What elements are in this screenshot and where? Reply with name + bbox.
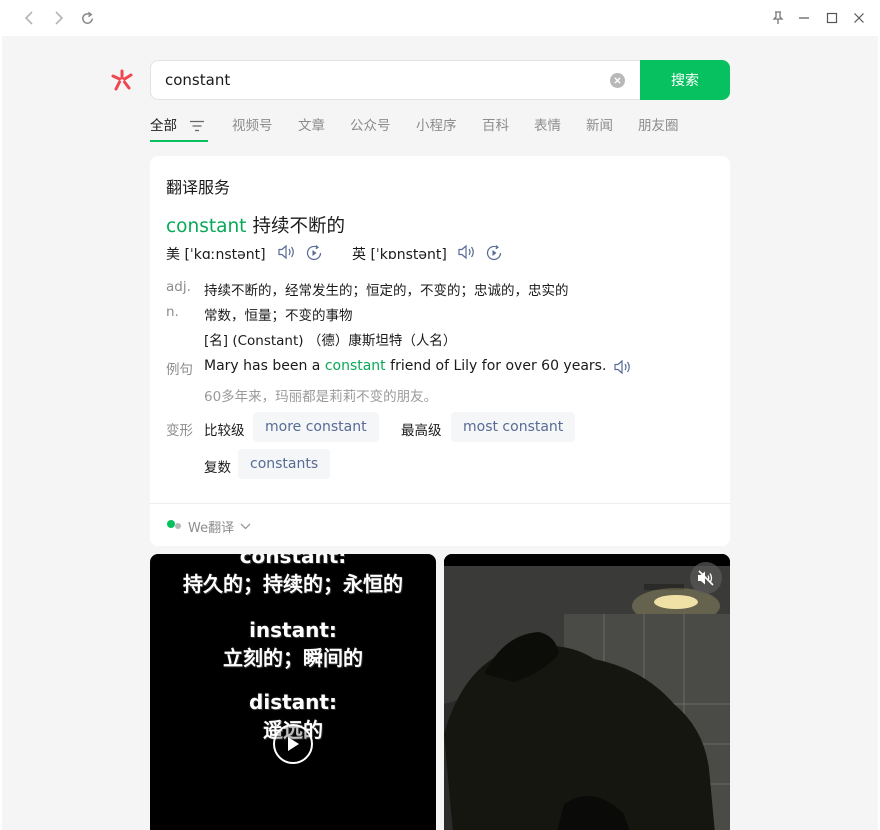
tab-channels[interactable]: 视频号	[232, 114, 273, 134]
search-logo-icon	[108, 66, 136, 94]
headword: constant 持续不断的	[166, 212, 345, 238]
example-text-after: friend of Lily for over 60 years.	[385, 358, 607, 374]
headword-english: constant	[166, 216, 247, 237]
example-keyword: constant	[324, 358, 386, 374]
video-thumbnail	[444, 554, 730, 830]
tab-articles[interactable]: 文章	[298, 114, 325, 134]
example-text-before: Mary has been a	[204, 358, 325, 374]
search-button[interactable]: 搜索	[640, 60, 730, 100]
video-caption-line: instant:	[249, 618, 337, 642]
definition-noun: 常数，恒量；不变的事物	[204, 308, 353, 324]
video-caption-line: distant:	[249, 690, 337, 714]
mute-button[interactable]	[690, 562, 722, 594]
forward-icon[interactable]	[48, 8, 68, 28]
video-caption-line: 持久的；持续的；永恒的	[183, 572, 403, 596]
superlative-label: 最高级	[401, 423, 442, 439]
we-translate-icon	[166, 518, 182, 534]
filter-icon[interactable]	[190, 117, 204, 136]
play-button[interactable]	[273, 724, 313, 764]
example-label: 例句	[166, 362, 193, 378]
slow-play-uk-icon[interactable]	[485, 244, 503, 266]
video-card-scene[interactable]	[444, 554, 730, 830]
example-sentence: Mary has been a constant friend of Lily …	[204, 358, 606, 374]
back-icon[interactable]	[20, 8, 40, 28]
tab-official-accounts[interactable]: 公众号	[350, 114, 391, 134]
close-icon[interactable]	[849, 8, 869, 28]
plural-label: 复数	[204, 460, 231, 476]
chevron-down-icon	[240, 519, 251, 534]
clear-search-icon[interactable]	[610, 73, 625, 88]
pos-adjective: adj.	[166, 279, 191, 295]
tab-stickers[interactable]: 表情	[534, 114, 561, 134]
video-caption-line: constant:	[239, 554, 347, 568]
speaker-uk-icon[interactable]	[457, 244, 477, 264]
forms-label: 变形	[166, 423, 193, 439]
tab-all[interactable]: 全部	[150, 114, 177, 134]
comparative-label: 比较级	[204, 423, 245, 439]
we-translate-footer[interactable]: We翻译	[166, 516, 251, 536]
superlative-chip[interactable]: most constant	[451, 412, 576, 442]
plural-chip[interactable]: constants	[238, 449, 331, 479]
definition-adjective: 持续不断的，经常发生的；恒定的，不变的；忠诚的，忠实的	[204, 283, 569, 299]
definition-noun-name: [名] (Constant) （德）康斯坦特（人名）	[204, 333, 457, 349]
search-page: 搜索 全部 视频号 文章 公众号 小程序 百科 表情 新闻 朋友圈 翻译服务 c…	[2, 36, 878, 830]
pin-icon[interactable]	[768, 8, 788, 28]
window-titlebar	[0, 0, 880, 36]
pos-noun: n.	[166, 304, 179, 320]
active-tab-indicator	[150, 140, 208, 142]
translation-card: 翻译服务 constant 持续不断的 美 [ˈkɑːnstənt] 英 [ˈkɒ…	[150, 156, 730, 546]
card-divider	[150, 503, 730, 504]
refresh-icon[interactable]	[77, 8, 97, 28]
tab-mini-programs[interactable]: 小程序	[416, 114, 457, 134]
tab-moments[interactable]: 朋友圈	[638, 114, 679, 134]
video-caption-line: 立刻的；瞬间的	[223, 646, 363, 670]
maximize-icon[interactable]	[822, 8, 842, 28]
search-box	[150, 60, 640, 100]
pronunciation-us: 美 [ˈkɑːnstənt]	[166, 247, 266, 263]
we-translate-label: We翻译	[188, 520, 235, 536]
tab-news[interactable]: 新闻	[586, 114, 613, 134]
video-card-vocabulary[interactable]: constant: 持久的；持续的；永恒的 instant: 立刻的；瞬间的 d…	[150, 554, 436, 830]
comparative-chip[interactable]: more constant	[253, 412, 379, 442]
card-title: 翻译服务	[166, 178, 231, 197]
tab-encyclopedia[interactable]: 百科	[482, 114, 509, 134]
minimize-icon[interactable]	[794, 8, 814, 28]
example-speaker-icon[interactable]	[613, 359, 633, 379]
search-input[interactable]	[165, 61, 595, 99]
headword-meaning: 持续不断的	[252, 216, 345, 237]
speaker-us-icon[interactable]	[277, 244, 297, 264]
example-translation: 60多年来，玛丽都是莉莉不变的朋友。	[204, 389, 438, 405]
slow-play-us-icon[interactable]	[305, 244, 323, 266]
pronunciation-uk: 英 [ˈkɒnstənt]	[352, 247, 447, 263]
